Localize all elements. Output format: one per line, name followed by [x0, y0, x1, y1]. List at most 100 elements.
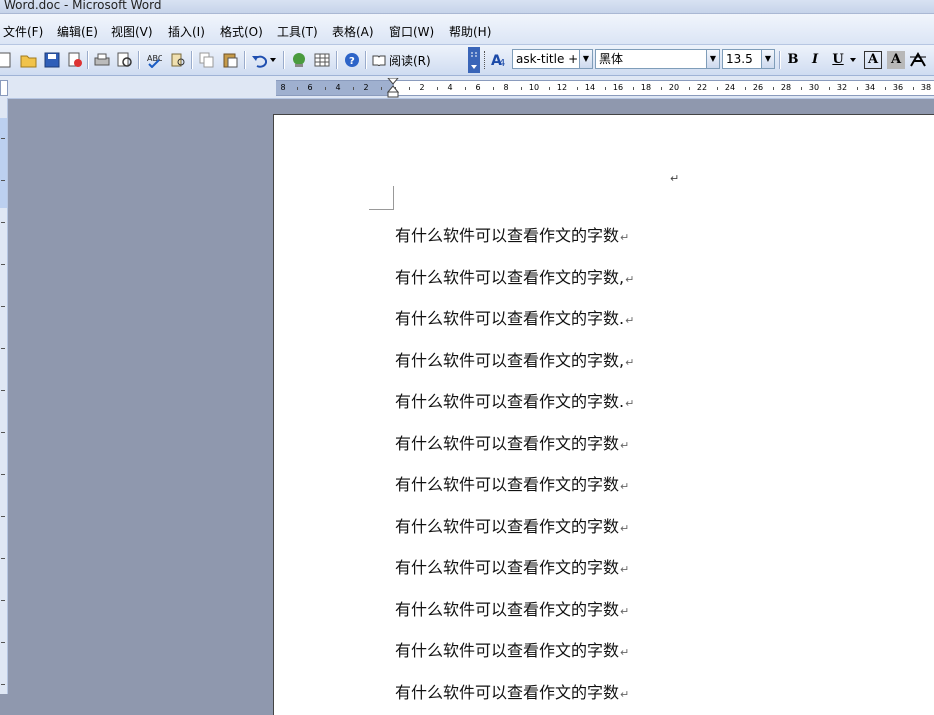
paragraph-text: 有什么软件可以查看作文的字数. — [395, 392, 625, 411]
document-paragraph[interactable]: 有什么软件可以查看作文的字数,↵ — [395, 347, 634, 371]
vertical-ruler-tick — [1, 180, 5, 181]
ruler-label: 4 — [447, 83, 453, 92]
ruler-tick — [829, 87, 830, 90]
table-icon[interactable] — [313, 51, 331, 69]
char-border-button[interactable]: A — [864, 51, 882, 69]
document-paragraph[interactable]: 有什么软件可以查看作文的字数,↵ — [395, 264, 634, 288]
spelling-icon[interactable]: ABC — [145, 51, 163, 69]
ruler-label: 6 — [307, 83, 313, 92]
menu-insert[interactable]: 插入(I) — [168, 23, 205, 40]
paragraph-mark: ↵ — [620, 438, 630, 452]
document-paragraph[interactable]: 有什么软件可以查看作文的字数↵ — [395, 596, 629, 620]
menu-format[interactable]: 格式(O) — [220, 23, 263, 40]
ruler-tick — [409, 87, 410, 90]
style-combo[interactable]: ask-title + — [512, 49, 580, 69]
ruler-label: 28 — [780, 83, 792, 92]
toolbar-options-icon[interactable] — [468, 47, 480, 73]
vertical-ruler-tick — [1, 516, 5, 517]
paragraph-mark: ↵ — [625, 355, 635, 369]
permission-icon[interactable] — [66, 51, 84, 69]
ruler-tick — [521, 87, 522, 90]
menu-window[interactable]: 窗口(W) — [389, 23, 434, 40]
vertical-ruler-tick — [1, 306, 5, 307]
toolbar: ABC ? 阅读(R) A4 ask-title + ▼ 黑体 ▼ 13.5 ▼ — [0, 45, 934, 76]
menu-edit[interactable]: 编辑(E) — [57, 23, 98, 40]
menu-tools[interactable]: 工具(T) — [277, 23, 318, 40]
ruler-tick — [381, 87, 382, 90]
style-dropdown-icon[interactable]: ▼ — [579, 49, 593, 69]
document-paragraph[interactable]: 有什么软件可以查看作文的字数↵ — [395, 222, 629, 246]
menu-bar: 文件(F) 编辑(E) 视图(V) 插入(I) 格式(O) 工具(T) 表格(A… — [0, 14, 934, 45]
ruler-label: 18 — [640, 83, 652, 92]
svg-text:?: ? — [349, 56, 355, 67]
copy-icon[interactable] — [198, 51, 216, 69]
font-size-combo[interactable]: 13.5 — [722, 49, 762, 69]
print-preview-icon[interactable] — [116, 51, 134, 69]
vertical-ruler-tick — [1, 264, 5, 265]
undo-dropdown-icon[interactable] — [268, 51, 278, 69]
paragraph-text: 有什么软件可以查看作文的字数 — [395, 433, 620, 453]
menu-table[interactable]: 表格(A) — [332, 23, 374, 40]
vertical-ruler[interactable] — [0, 98, 8, 694]
ruler-tick — [437, 87, 438, 90]
new-document-icon[interactable] — [0, 51, 14, 69]
paragraph-text: 有什么软件可以查看作文的字数 — [395, 226, 620, 245]
document-page[interactable] — [273, 114, 934, 715]
ruler-tick — [661, 87, 662, 90]
font-dropdown-icon[interactable]: ▼ — [706, 49, 720, 69]
help-icon[interactable]: ? — [343, 51, 361, 69]
paragraph-mark: ↵ — [620, 646, 630, 659]
paragraph-mark: ↵ — [620, 231, 630, 244]
indent-marker[interactable] — [386, 77, 400, 98]
char-scale-icon[interactable] — [909, 51, 927, 69]
ruler-label: 30 — [808, 83, 820, 92]
menu-help[interactable]: 帮助(H) — [449, 23, 491, 40]
read-button[interactable]: 阅读(R) — [372, 51, 432, 69]
ruler-label: 26 — [752, 83, 764, 92]
print-icon[interactable] — [93, 51, 111, 69]
font-size-dropdown-icon[interactable]: ▼ — [761, 49, 775, 69]
document-paragraph[interactable]: 有什么软件可以查看作文的字数↵ — [395, 513, 629, 537]
ruler-tick — [773, 87, 774, 90]
vertical-ruler-tick — [1, 390, 5, 391]
paste-icon[interactable] — [221, 51, 239, 69]
menu-view[interactable]: 视图(V) — [111, 23, 153, 40]
hyperlink-icon[interactable] — [290, 51, 308, 69]
italic-button[interactable]: I — [806, 51, 824, 69]
document-paragraph[interactable]: 有什么软件可以查看作文的字数.↵ — [395, 388, 634, 412]
ruler-label: 16 — [612, 83, 624, 92]
font-combo[interactable]: 黑体 — [595, 49, 707, 69]
ruler-tick — [745, 87, 746, 90]
save-icon[interactable] — [43, 51, 61, 69]
underline-button[interactable]: U — [829, 51, 847, 69]
ruler-label: 8 — [503, 83, 509, 92]
menu-file[interactable]: 文件(F) — [3, 23, 43, 40]
document-paragraph[interactable]: 有什么软件可以查看作文的字数↵ — [395, 471, 629, 495]
horizontal-ruler[interactable]: 8 6 4 2 2 4 6 8 10 12 14 16 18 20 22 24 26 28 30 32 34 36 38 — [276, 80, 934, 96]
document-paragraph[interactable]: 有什么软件可以查看作文的字数↵ — [395, 637, 629, 661]
document-paragraph[interactable]: 有什么软件可以查看作文的字数↵ — [395, 430, 629, 454]
bold-button[interactable]: B — [784, 51, 802, 69]
ruler-tick — [913, 87, 914, 90]
undo-icon[interactable] — [250, 51, 268, 69]
document-paragraph[interactable]: 有什么软件可以查看作文的字数↵ — [395, 679, 629, 703]
tab-selector[interactable] — [0, 80, 8, 96]
ruler-label: 22 — [696, 83, 708, 92]
margin-corner-mark-vertical — [393, 186, 394, 210]
document-paragraph[interactable]: 有什么软件可以查看作文的字数↵ — [395, 554, 629, 578]
open-icon[interactable] — [20, 51, 38, 69]
paragraph-text: 有什么软件可以查看作文的字数 — [395, 475, 620, 494]
ruler-label: 10 — [528, 83, 540, 92]
ruler-tick — [885, 87, 886, 90]
vertical-ruler-tick — [1, 558, 5, 559]
ruler-label: 34 — [864, 83, 876, 92]
document-paragraph[interactable]: 有什么软件可以查看作文的字数.↵ — [395, 305, 634, 329]
underline-dropdown-icon[interactable] — [848, 51, 858, 69]
char-shading-button[interactable]: A — [887, 51, 905, 69]
research-icon[interactable] — [169, 51, 187, 69]
ruler-label: 36 — [892, 83, 904, 92]
vertical-ruler-tick — [1, 642, 5, 643]
paragraph-text: 有什么软件可以查看作文的字数 — [395, 599, 620, 619]
paragraph-text: 有什么软件可以查看作文的字数 — [395, 516, 620, 536]
styles-icon[interactable]: A4 — [490, 51, 508, 69]
